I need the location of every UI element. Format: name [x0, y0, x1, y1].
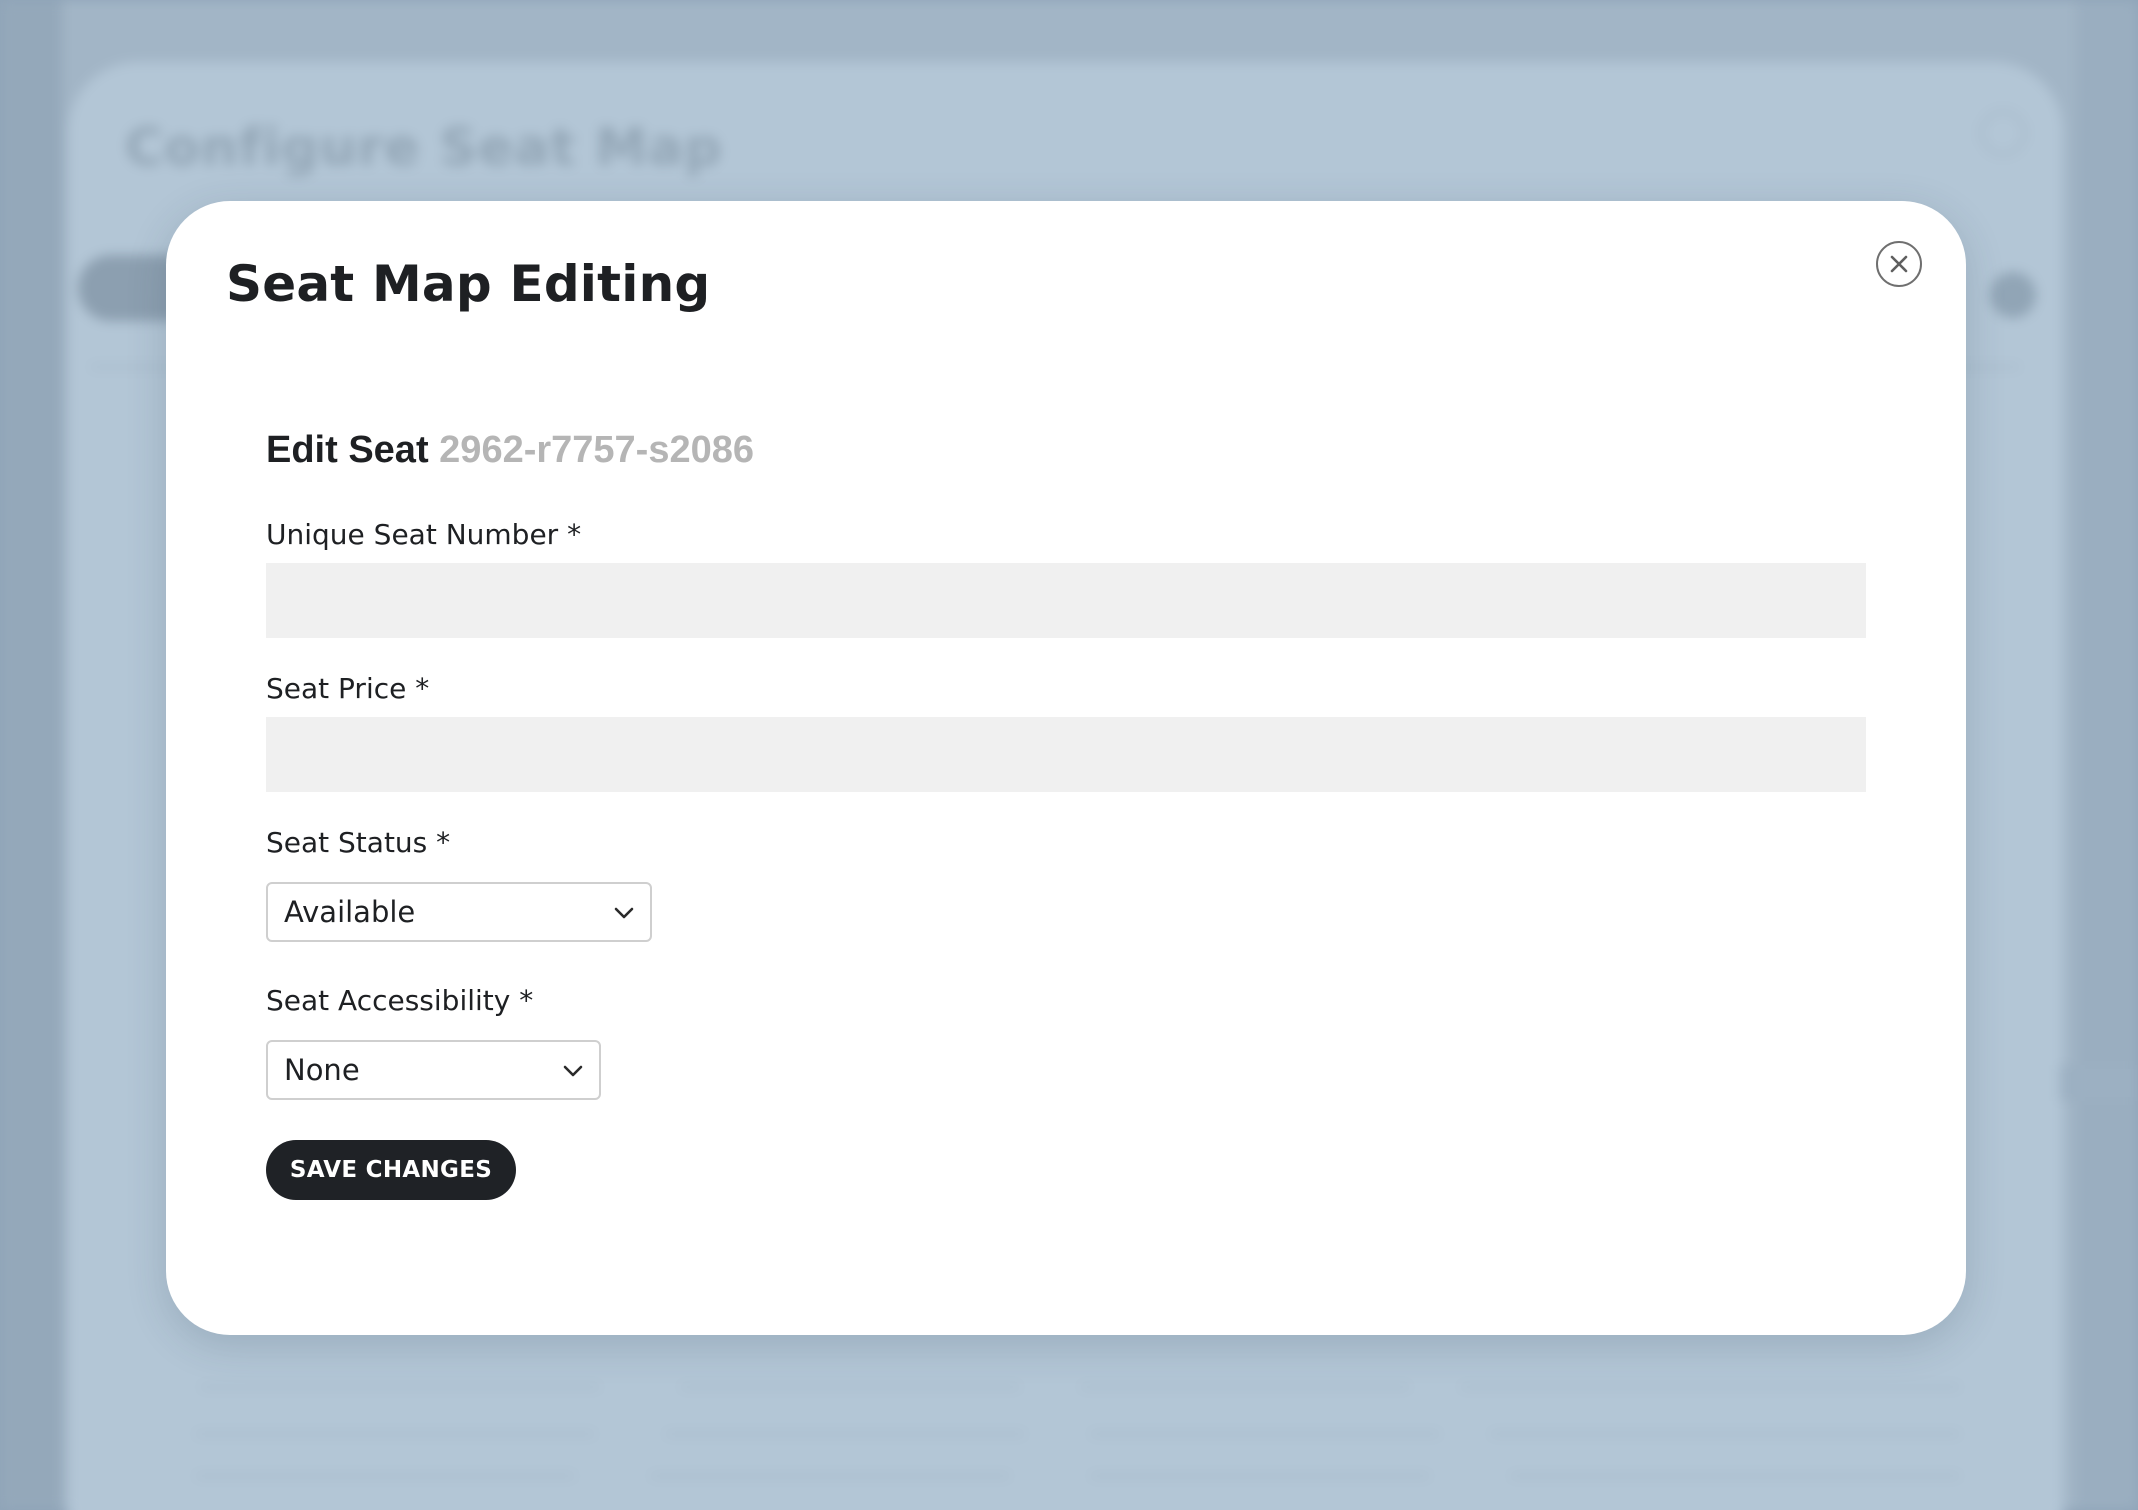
background-left-edge	[0, 0, 62, 1510]
close-icon	[1890, 255, 1908, 273]
background-table-line	[1460, 1385, 1960, 1389]
close-button[interactable]	[1876, 241, 1922, 287]
background-round-button	[1990, 272, 2036, 318]
seat-id: 2962-r7757-s2086	[439, 429, 755, 471]
background-table-line	[200, 1385, 600, 1389]
background-table-line	[1510, 1474, 1960, 1478]
edit-seat-form: Edit Seat 2962-r7757-s2086 Unique Seat N…	[266, 431, 1866, 1200]
background-table-line	[680, 1385, 1020, 1389]
background-table-line	[650, 1474, 1010, 1478]
background-right-edge	[2076, 0, 2138, 1510]
background-scroll-element	[2060, 1065, 2138, 1101]
form-heading-label: Edit Seat	[266, 429, 429, 471]
seat-price-label: Seat Price *	[266, 672, 430, 705]
background-table-line	[1490, 1432, 1960, 1436]
background-table-line	[1090, 1474, 1430, 1478]
chevron-down-icon	[614, 907, 634, 919]
seat-accessibility-label: Seat Accessibility *	[266, 984, 534, 1017]
save-changes-button[interactable]: SAVE CHANGES	[266, 1140, 516, 1200]
background-table-line	[665, 1432, 1025, 1436]
seat-accessibility-value: None	[284, 1053, 360, 1087]
seat-number-label: Unique Seat Number *	[266, 518, 582, 551]
form-heading: Edit Seat 2962-r7757-s2086	[266, 431, 1866, 473]
background-table-line	[195, 1474, 575, 1478]
background-table-line	[195, 1432, 595, 1436]
seat-number-input[interactable]	[266, 563, 1866, 638]
background-close-icon	[1980, 110, 2026, 156]
seat-status-label: Seat Status *	[266, 826, 451, 859]
seat-status-value: Available	[284, 895, 416, 929]
background-title: Configure Seat Map	[125, 118, 723, 178]
chevron-down-icon	[563, 1065, 583, 1077]
seat-status-select[interactable]: Available	[266, 882, 652, 942]
modal-title: Seat Map Editing	[226, 255, 711, 313]
seat-price-input[interactable]	[266, 717, 1866, 792]
seat-accessibility-select[interactable]: None	[266, 1040, 601, 1100]
background-table-line	[1090, 1432, 1440, 1436]
seat-map-editing-modal: Seat Map Editing Edit Seat 2962-r7757-s2…	[166, 201, 1966, 1335]
background-table-line	[1080, 1385, 1410, 1389]
